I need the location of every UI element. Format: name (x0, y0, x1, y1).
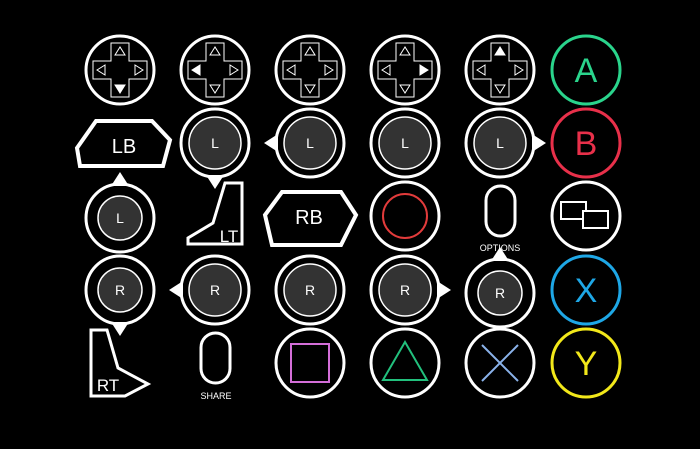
stick-label: L (496, 135, 504, 151)
stick-label: L (401, 135, 409, 151)
right-stick-press-icon: R (274, 254, 346, 326)
left-bumper-label: LB (112, 136, 136, 158)
stick-label: R (115, 282, 125, 298)
left-stick-press-icon: L (369, 107, 441, 179)
stick-label: R (495, 285, 505, 301)
controller-glyph-sheet: A LB L L L L B L LT RB OPTIONS R R R R R (0, 0, 700, 449)
share-label: SHARE (200, 391, 231, 401)
stick-label: R (400, 282, 410, 298)
stick-label: L (306, 135, 314, 151)
stick-label: R (210, 282, 220, 298)
x-button-label: X (575, 272, 598, 310)
stick-label: L (211, 135, 219, 151)
y-button-label: Y (575, 345, 598, 383)
stick-label: R (305, 282, 315, 298)
b-button-label: B (575, 125, 598, 163)
left-trigger-label: LT (220, 227, 239, 246)
right-bumper-label: RB (295, 207, 323, 229)
a-button-label: A (575, 52, 598, 90)
right-trigger-label: RT (97, 376, 119, 395)
stick-label: L (116, 210, 124, 226)
